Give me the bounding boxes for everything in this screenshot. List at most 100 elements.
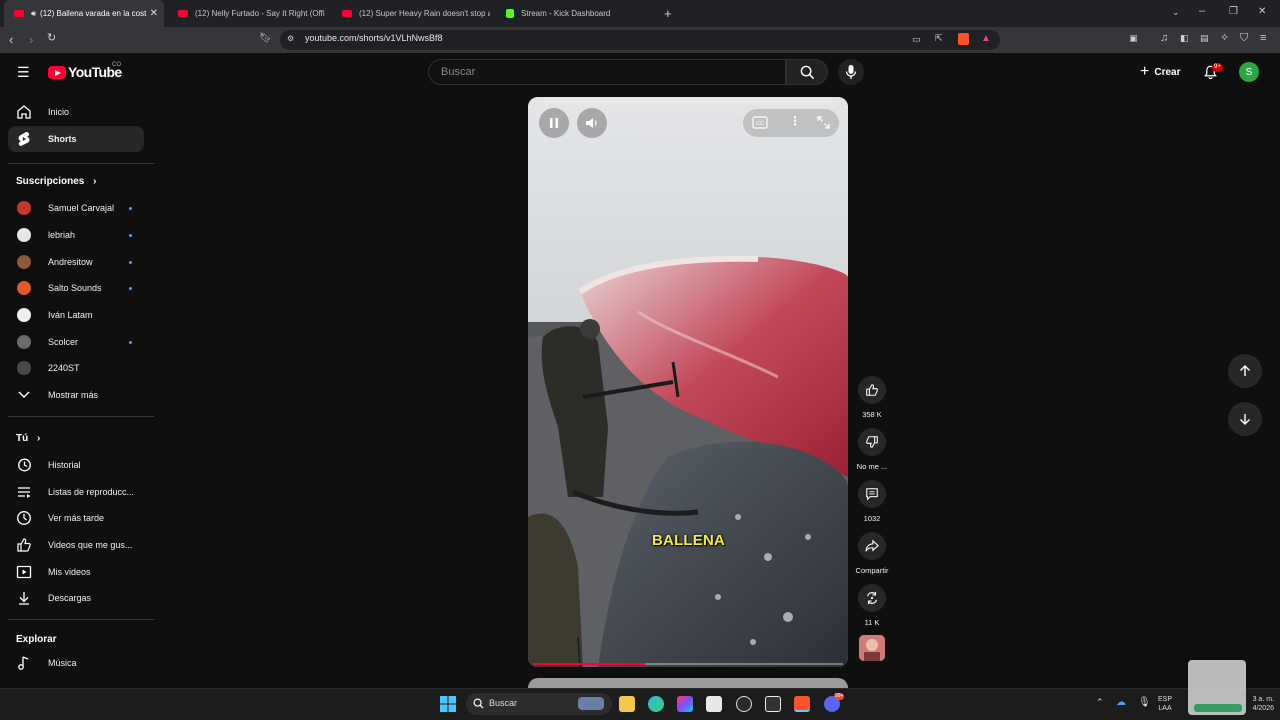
close-tab-icon[interactable]: ✕ (150, 8, 158, 19)
voice-search-button[interactable] (838, 59, 864, 85)
sidebar-item-ivan-latam[interactable]: Iván Latam (8, 302, 144, 328)
tab-title: (12) Ballena varada en la cost (40, 9, 147, 18)
sidebar-item-music[interactable]: Música (8, 650, 144, 676)
share-button[interactable] (858, 532, 886, 560)
liked-videos-icon (16, 537, 32, 553)
maximize-icon[interactable]: ❐ (1229, 7, 1238, 17)
sidebar-item-salto-sounds[interactable]: Salto Sounds (8, 275, 144, 301)
brave-rewards-icon[interactable]: ▲ (981, 34, 991, 44)
sidebar-item-watch-later[interactable]: Ver más tarde (8, 505, 144, 531)
sound-thumbnail[interactable] (859, 635, 885, 661)
taskbar-search[interactable]: Buscar (466, 693, 612, 715)
comments-button[interactable] (858, 480, 886, 508)
video-progress-bar[interactable] (533, 663, 843, 665)
youtube-logo-icon[interactable] (48, 66, 66, 79)
channel-avatar-icon (16, 200, 32, 216)
previous-short-button[interactable] (1228, 354, 1262, 388)
subscriptions-heading[interactable]: Suscripciones › (16, 176, 96, 187)
tab-title: (12) Nelly Furtado - Say It Right (Offi (195, 9, 325, 18)
brave-browser-icon[interactable] (794, 696, 810, 712)
sidebar-item-historial[interactable]: Historial (8, 452, 144, 478)
sidebar-item-label: Salto Sounds (48, 283, 102, 293)
tab-kick-dashboard[interactable]: Stream - Kick Dashboard (496, 0, 656, 27)
volume-button[interactable] (577, 108, 607, 138)
you-heading[interactable]: Tú › (16, 433, 40, 444)
pause-button[interactable] (539, 108, 569, 138)
sidebar-item-playlists[interactable]: Listas de reproducc... (8, 479, 144, 505)
chevron-down-icon[interactable]: ⌄ (1172, 8, 1180, 17)
like-button[interactable] (858, 376, 886, 404)
sidebar-item-liked-videos[interactable]: Videos que me gus... (8, 532, 144, 558)
microsoft-store-icon[interactable] (706, 696, 722, 712)
language-indicator[interactable]: ESP LAA (1158, 695, 1172, 713)
back-icon[interactable]: ‹ (9, 33, 13, 46)
sidebar-divider (8, 619, 154, 620)
obs-icon[interactable] (736, 696, 752, 712)
vpn-icon[interactable]: ⛉ (1240, 33, 1248, 44)
chevron-right-icon: › (93, 176, 97, 187)
captions-icon[interactable]: CC (752, 116, 768, 129)
create-button[interactable]: + Crear (1134, 60, 1186, 84)
brave-shield-icon[interactable] (958, 33, 969, 45)
menu-icon[interactable]: ≡ (1260, 33, 1266, 44)
sidebar-item-scolcer[interactable]: Scolcer (8, 329, 144, 355)
search-button[interactable] (786, 59, 828, 85)
youtube-favicon-icon (342, 10, 352, 17)
shorts-icon (16, 131, 32, 147)
explore-heading: Explorar (16, 634, 57, 645)
more-options-icon[interactable]: ⋮ (789, 114, 801, 128)
cast-icon[interactable]: ▭ (912, 35, 921, 44)
video-frame-whale (528, 97, 848, 667)
onedrive-icon[interactable]: ☁ (1116, 697, 1126, 708)
capcut-icon[interactable] (765, 696, 781, 712)
sidebar-item-lebriah[interactable]: lebriah (8, 222, 144, 248)
reload-icon[interactable]: ↻ (47, 33, 56, 44)
remix-button[interactable] (858, 584, 886, 612)
url-text[interactable]: youtube.com/shorts/v1VLhNwsBf8 (305, 33, 443, 43)
sidebar-item-inicio[interactable]: Inicio (8, 99, 144, 125)
close-window-icon[interactable]: ✕ (1258, 7, 1266, 17)
sidebar-item-samuel-carvajal[interactable]: Samuel Carvajal (8, 195, 144, 221)
minimize-icon[interactable]: – (1199, 6, 1205, 17)
volume-icon (586, 118, 597, 128)
sidebar-item-label: Shorts (48, 134, 77, 144)
reading-list-icon[interactable]: ◧ (1180, 34, 1189, 43)
dislike-button[interactable] (858, 428, 886, 456)
microphone-tray-icon[interactable]: 🎙︎ (1138, 697, 1151, 708)
new-content-dot (129, 340, 132, 344)
media-icon[interactable]: ♫ (1160, 33, 1168, 44)
share-page-icon[interactable]: ⇱ (935, 34, 943, 43)
next-short-button[interactable] (1228, 402, 1262, 436)
windows-start-icon[interactable] (440, 696, 456, 712)
sidebar-item-my-videos[interactable]: Mis videos (8, 559, 144, 585)
wallet-icon[interactable]: ▤ (1200, 34, 1209, 43)
tab-ballena[interactable]: 🔊︎ (12) Ballena varada en la cost ✕ (4, 0, 164, 27)
sidebar-item-2240st[interactable]: 2240ST (8, 355, 144, 381)
hamburger-menu-icon[interactable]: ☰ (17, 64, 30, 81)
tab-heavy-rain[interactable]: (12) Super Heavy Rain doesn't stop a (332, 0, 490, 27)
edge-icon[interactable] (648, 696, 664, 712)
chevron-right-icon: › (37, 433, 41, 444)
sidebar-item-shorts[interactable]: Shorts (8, 126, 144, 152)
search-input[interactable] (441, 66, 741, 78)
sidebar-toggle-icon[interactable]: ▣ (1129, 34, 1138, 43)
forward-icon[interactable]: › (29, 33, 33, 46)
fullscreen-icon[interactable] (817, 116, 830, 129)
account-avatar[interactable]: S (1239, 62, 1259, 82)
new-tab-icon[interactable]: + (664, 7, 672, 20)
copilot-icon[interactable] (677, 696, 693, 712)
clock[interactable]: 3 a. m. 4/2026 (1234, 695, 1274, 713)
show-more-button[interactable]: Mostrar más (8, 382, 144, 408)
sidebar-item-downloads[interactable]: Descargas (8, 585, 144, 611)
site-info-icon[interactable]: ⚙ (287, 35, 294, 43)
sidebar-item-andresitow[interactable]: Andresitow (8, 249, 144, 275)
tab-nelly-furtado[interactable]: (12) Nelly Furtado - Say It Right (Offi (168, 0, 326, 27)
file-explorer-icon[interactable] (619, 696, 635, 712)
tray-chevron-up-icon[interactable]: ⌃ (1096, 697, 1104, 708)
leo-ai-icon[interactable]: ✧ (1220, 33, 1229, 44)
sidebar-item-label: Videos que me gus... (48, 540, 133, 550)
short-video-player[interactable] (528, 97, 848, 667)
my-videos-icon (16, 564, 32, 580)
tab-title: (12) Super Heavy Rain doesn't stop a (359, 9, 490, 18)
bookmark-icon[interactable]: 🔖︎ (259, 34, 272, 44)
